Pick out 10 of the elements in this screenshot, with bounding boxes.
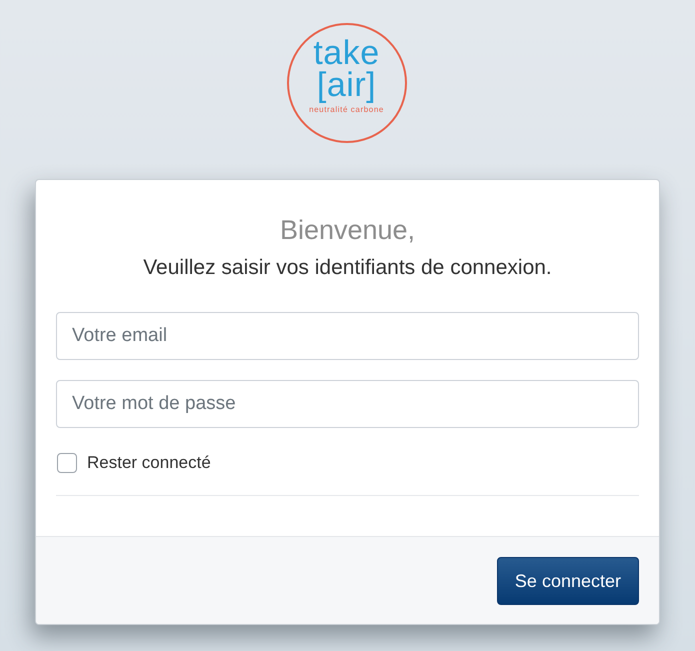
- logo-tagline: neutralité carbone: [309, 105, 384, 115]
- login-button[interactable]: Se connecter: [496, 557, 639, 605]
- checkbox-label: Rester connecté: [87, 453, 211, 473]
- remember-checkbox[interactable]: [57, 453, 77, 473]
- input-field[interactable]: Votre email: [56, 312, 639, 360]
- logo-wordmark: [air]: [316, 69, 376, 101]
- input-field[interactable]: Votre mot de passe: [56, 380, 639, 428]
- login-instructions: Veuillez saisir vos identifiants de connexion.: [142, 255, 553, 281]
- welcome-title: Bienvenue,: [278, 214, 416, 246]
- logo-wordmark: take: [313, 37, 380, 69]
